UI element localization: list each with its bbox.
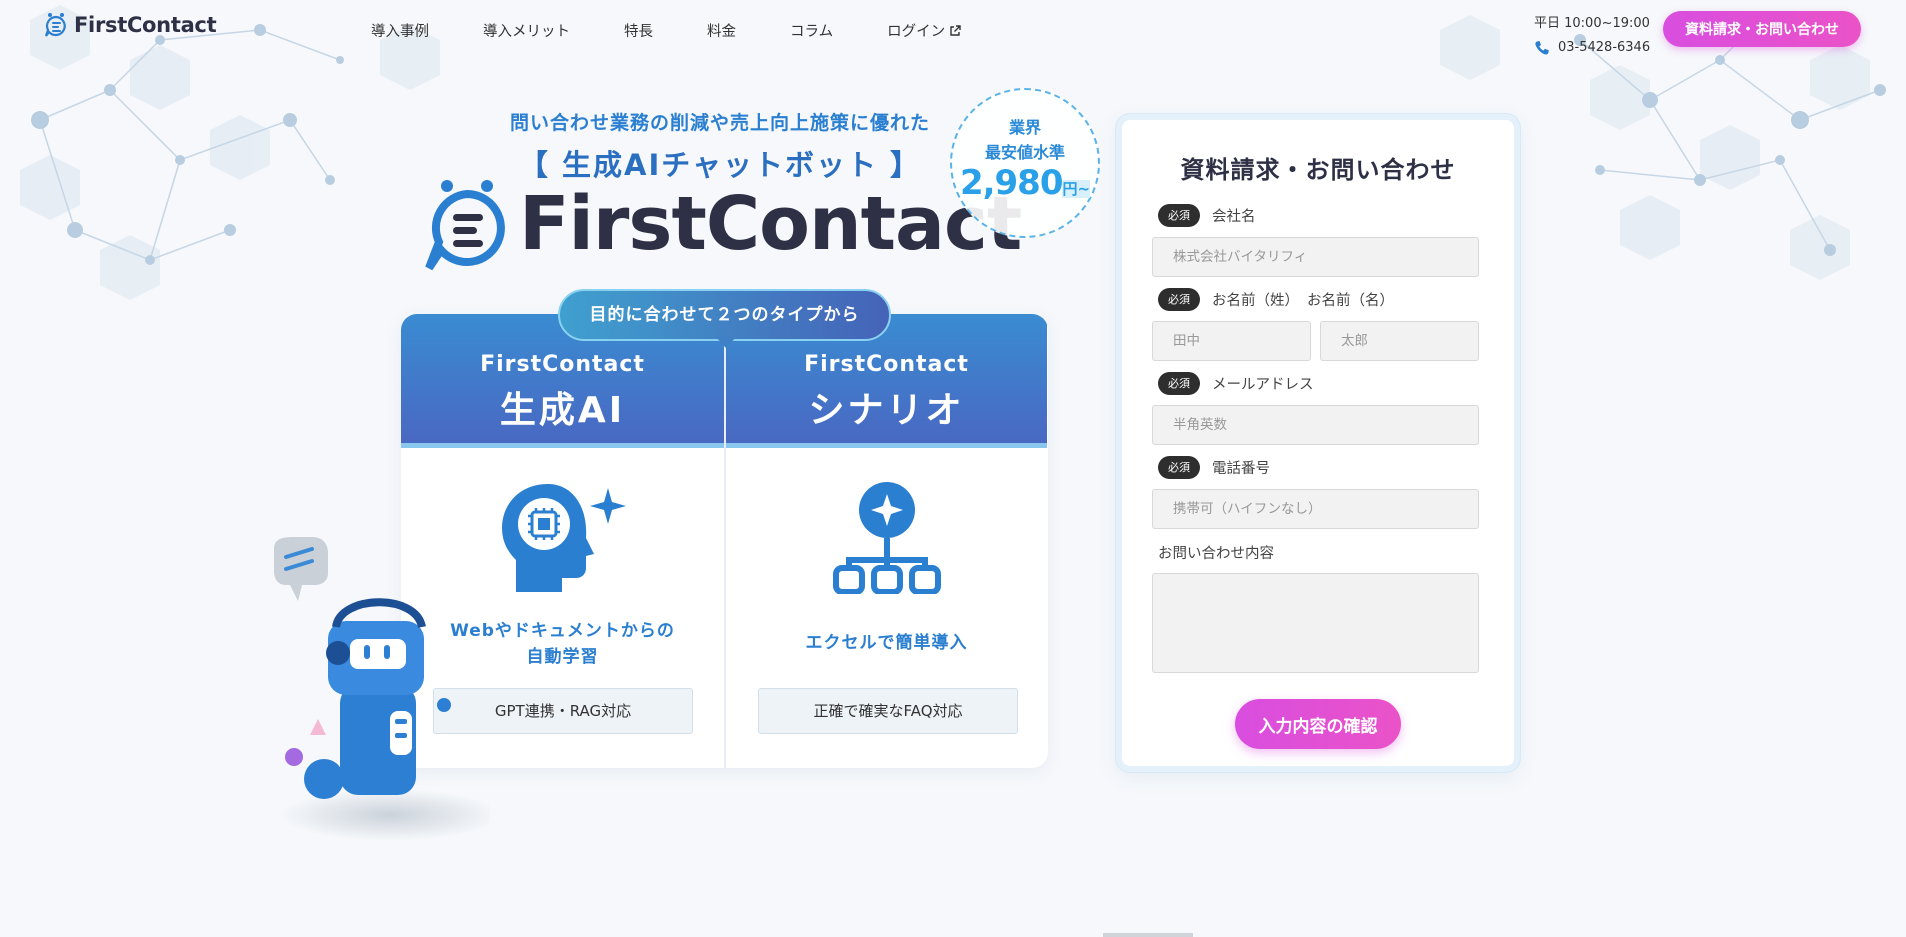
phone-number: 03-5428-6346 bbox=[1558, 40, 1651, 55]
nav-pricing[interactable]: 料金 bbox=[707, 20, 736, 41]
price-unit: 円~ bbox=[1062, 180, 1091, 198]
nav-login-label: ログイン bbox=[887, 24, 946, 40]
company-input[interactable] bbox=[1152, 237, 1479, 277]
business-hours: 平日 10:00~19:00 bbox=[1534, 16, 1650, 31]
phone-input[interactable] bbox=[1152, 489, 1479, 529]
phone-label: 必須 電話番号 bbox=[1158, 456, 1270, 479]
scroll-indicator bbox=[1103, 933, 1193, 937]
required-badge: 必須 bbox=[1158, 456, 1200, 479]
company-label-text: 会社名 bbox=[1212, 209, 1256, 225]
logo-text: FirstContact bbox=[74, 13, 217, 37]
email-label-text: メールアドレス bbox=[1212, 377, 1314, 393]
nav-benefits[interactable]: 導入メリット bbox=[483, 20, 570, 41]
message-label: お問い合わせ内容 bbox=[1158, 542, 1274, 563]
price-badge: 業界 最安値水準 2,980円~ bbox=[950, 88, 1100, 238]
chat-logo-icon bbox=[44, 13, 66, 37]
required-badge: 必須 bbox=[1158, 372, 1200, 395]
firstname-input[interactable] bbox=[1320, 321, 1479, 361]
firstname-label-text: お名前（名） bbox=[1307, 293, 1394, 309]
required-badge: 必須 bbox=[1158, 288, 1200, 311]
hero-logo: FirstContact bbox=[425, 176, 1022, 272]
type-pill-pointer bbox=[715, 336, 737, 348]
hero-logo-text: FirstContact bbox=[519, 181, 1022, 267]
type-selector-pill: 目的に合わせて２つのタイプから bbox=[558, 289, 891, 341]
phone-row[interactable]: 03-5428-6346 bbox=[1534, 36, 1650, 60]
chat-logo-icon bbox=[425, 180, 505, 271]
required-badge: 必須 bbox=[1158, 204, 1200, 227]
site-header: FirstContact 導入事例 導入メリット 特長 料金 コラム ログイン … bbox=[0, 0, 1906, 60]
name-label: 必須 お名前（姓） お名前（名） bbox=[1158, 288, 1394, 311]
site-logo[interactable]: FirstContact bbox=[44, 12, 217, 38]
main-nav: 導入事例 導入メリット 特長 料金 コラム ログイン bbox=[371, 20, 1015, 41]
card-scenario[interactable]: FirstContact シナリオ エクセルで簡単導入 正確で確実なFAQ対応 bbox=[724, 314, 1047, 768]
card-icon-wrap bbox=[726, 482, 1047, 594]
price-badge-line1: 業界 bbox=[1008, 118, 1041, 137]
confirm-submit-button[interactable]: 入力内容の確認 bbox=[1235, 699, 1401, 749]
flowchart-hierarchy-icon bbox=[832, 482, 941, 594]
phone-label-text: 電話番号 bbox=[1212, 461, 1270, 477]
lastname-input[interactable] bbox=[1152, 321, 1311, 361]
message-label-text: お問い合わせ内容 bbox=[1158, 546, 1274, 562]
price-row: 2,980円~ bbox=[952, 163, 1098, 203]
card-feature-tag: 正確で確実なFAQ対応 bbox=[758, 688, 1018, 734]
email-label: 必須 メールアドレス bbox=[1158, 372, 1314, 395]
card-description: エクセルで簡単導入 bbox=[805, 633, 968, 653]
hero-tagline: 問い合わせ業務の削減や売上向上施策に優れた bbox=[509, 112, 930, 134]
product-cards: FirstContact 生成AI Webやドキュメントからの 自動学習 GPT… bbox=[401, 314, 1048, 768]
nav-column[interactable]: コラム bbox=[790, 20, 833, 41]
phone-icon bbox=[1535, 41, 1549, 55]
contact-info: 平日 10:00~19:00 03-5428-6346 bbox=[1534, 12, 1650, 60]
robot-mascot-illustration bbox=[274, 537, 490, 841]
email-input[interactable] bbox=[1152, 405, 1479, 445]
header-contact-button[interactable]: 資料請求・お問い合わせ bbox=[1663, 11, 1861, 47]
nav-features[interactable]: 特長 bbox=[624, 20, 653, 41]
company-label: 必須 会社名 bbox=[1158, 204, 1256, 227]
contact-form-panel: 資料請求・お問い合わせ 必須 会社名 必須 お名前（姓） お名前（名） 必須 メ… bbox=[1116, 114, 1520, 772]
nav-case-studies[interactable]: 導入事例 bbox=[371, 20, 429, 41]
card-title: シナリオ bbox=[808, 390, 965, 431]
lastname-label-text: お名前（姓） bbox=[1212, 293, 1299, 309]
form-title: 資料請求・お問い合わせ bbox=[1180, 156, 1456, 184]
card-title: 生成AI bbox=[499, 390, 626, 431]
ai-head-icon bbox=[501, 484, 626, 592]
external-link-icon bbox=[950, 24, 961, 36]
message-textarea[interactable] bbox=[1152, 573, 1479, 673]
nav-login[interactable]: ログイン bbox=[887, 20, 961, 41]
price-badge-line2: 最安値水準 bbox=[984, 143, 1065, 162]
price-value: 2,980 bbox=[959, 163, 1064, 203]
